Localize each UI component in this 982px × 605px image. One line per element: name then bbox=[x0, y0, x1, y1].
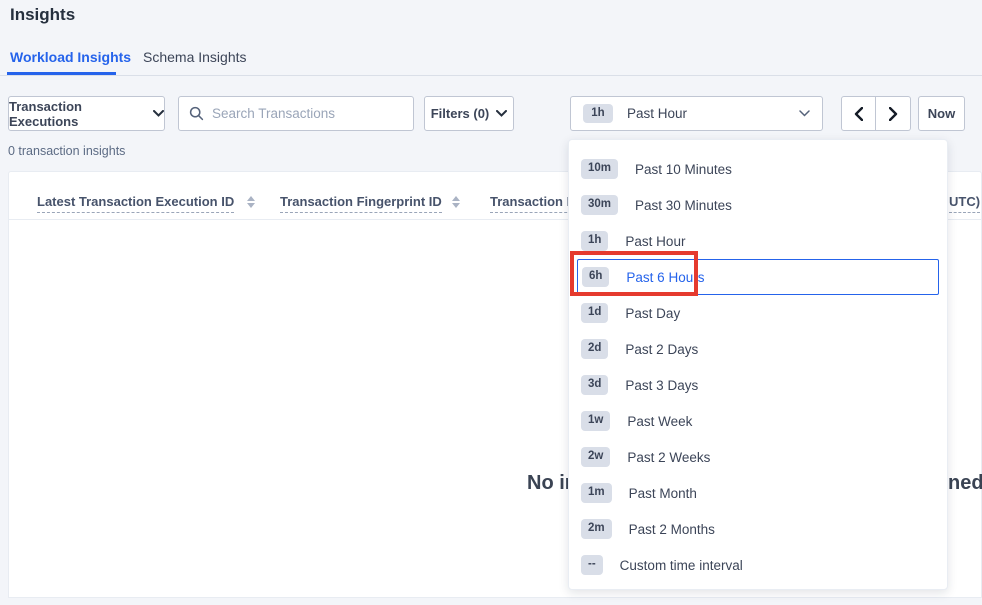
entity-type-label: Transaction Executions bbox=[9, 99, 146, 129]
time-range-option-badge: 2w bbox=[581, 447, 610, 467]
now-button[interactable]: Now bbox=[918, 96, 965, 131]
insights-count: 0 transaction insights bbox=[8, 144, 125, 158]
tabs-divider bbox=[0, 75, 982, 76]
time-range-option-label: Past 10 Minutes bbox=[635, 162, 732, 177]
time-range-option[interactable]: 3d Past 3 Days bbox=[569, 367, 947, 403]
filters-label: Filters (0) bbox=[431, 106, 490, 121]
next-time-window-button[interactable] bbox=[876, 96, 911, 131]
time-range-option[interactable]: 1h Past Hour bbox=[569, 223, 947, 259]
time-range-option-badge: 2d bbox=[581, 339, 608, 359]
time-range-select[interactable]: 1h Past Hour bbox=[570, 96, 823, 131]
column-header-latest-transaction-execution-id[interactable]: Latest Transaction Execution ID bbox=[37, 194, 234, 209]
time-range-option[interactable]: 10m Past 10 Minutes bbox=[569, 151, 947, 187]
time-range-option[interactable]: 1m Past Month bbox=[569, 475, 947, 511]
time-range-option-badge: 1h bbox=[581, 231, 608, 251]
search-box[interactable] bbox=[178, 96, 414, 131]
search-input[interactable] bbox=[212, 106, 403, 121]
time-range-option-label: Past 2 Months bbox=[629, 522, 715, 537]
time-range-option-badge: 3d bbox=[581, 375, 608, 395]
column-header-utc-fragment[interactable]: UTC) bbox=[949, 194, 980, 209]
tab-schema-insights[interactable]: Schema Insights bbox=[143, 49, 247, 65]
time-range-option-label: Past 6 Hours bbox=[626, 270, 704, 285]
time-range-option-label: Past 2 Days bbox=[625, 342, 698, 357]
time-range-option-label: Past 2 Weeks bbox=[627, 450, 710, 465]
previous-time-window-button[interactable] bbox=[841, 96, 876, 131]
time-range-option[interactable]: -- Custom time interval bbox=[569, 547, 947, 583]
time-range-option[interactable]: 2w Past 2 Weeks bbox=[569, 439, 947, 475]
time-range-dropdown-menu: 10m Past 10 Minutes 30m Past 30 Minutes … bbox=[568, 139, 948, 590]
time-range-option-badge: 1m bbox=[581, 483, 612, 503]
time-range-option-badge: -- bbox=[581, 555, 603, 575]
now-label: Now bbox=[928, 106, 955, 121]
entity-type-select[interactable]: Transaction Executions bbox=[8, 96, 165, 131]
column-header-transaction-fingerprint-id[interactable]: Transaction Fingerprint ID bbox=[280, 194, 442, 209]
time-range-option[interactable]: 1d Past Day bbox=[569, 295, 947, 331]
time-range-option-badge: 10m bbox=[581, 159, 618, 179]
page-title: Insights bbox=[10, 5, 75, 25]
sort-icon[interactable] bbox=[452, 196, 460, 208]
time-range-option[interactable]: 6h Past 6 Hours bbox=[577, 259, 939, 295]
tab-workload-insights[interactable]: Workload Insights bbox=[10, 49, 131, 65]
time-range-badge: 1h bbox=[583, 104, 613, 124]
time-range-option-label: Past Hour bbox=[625, 234, 685, 249]
time-range-option-badge: 30m bbox=[581, 195, 618, 215]
time-range-option[interactable]: 2m Past 2 Months bbox=[569, 511, 947, 547]
time-range-option-badge: 2m bbox=[581, 519, 612, 539]
time-range-option-label: Custom time interval bbox=[620, 558, 743, 573]
chevron-down-icon bbox=[799, 110, 810, 117]
time-range-option[interactable]: 2d Past 2 Days bbox=[569, 331, 947, 367]
search-icon bbox=[189, 106, 204, 121]
chevron-down-icon bbox=[496, 110, 507, 117]
time-range-option[interactable]: 30m Past 30 Minutes bbox=[569, 187, 947, 223]
filters-button[interactable]: Filters (0) bbox=[424, 96, 514, 131]
time-range-option-label: Past Week bbox=[627, 414, 692, 429]
time-range-option-label: Past Day bbox=[625, 306, 680, 321]
time-range-option-label: Past 3 Days bbox=[625, 378, 698, 393]
time-range-option-label: Past 30 Minutes bbox=[635, 198, 732, 213]
time-range-option-badge: 1w bbox=[581, 411, 610, 431]
time-range-option[interactable]: 1w Past Week bbox=[569, 403, 947, 439]
time-range-option-badge: 6h bbox=[582, 267, 609, 287]
time-range-label: Past Hour bbox=[627, 106, 785, 121]
empty-state-text-fragment-right: ned. bbox=[948, 472, 982, 495]
chevron-down-icon bbox=[153, 110, 164, 117]
time-window-nav bbox=[841, 96, 911, 131]
sort-icon[interactable] bbox=[247, 196, 255, 208]
time-range-option-badge: 1d bbox=[581, 303, 608, 323]
time-range-option-label: Past Month bbox=[629, 486, 697, 501]
